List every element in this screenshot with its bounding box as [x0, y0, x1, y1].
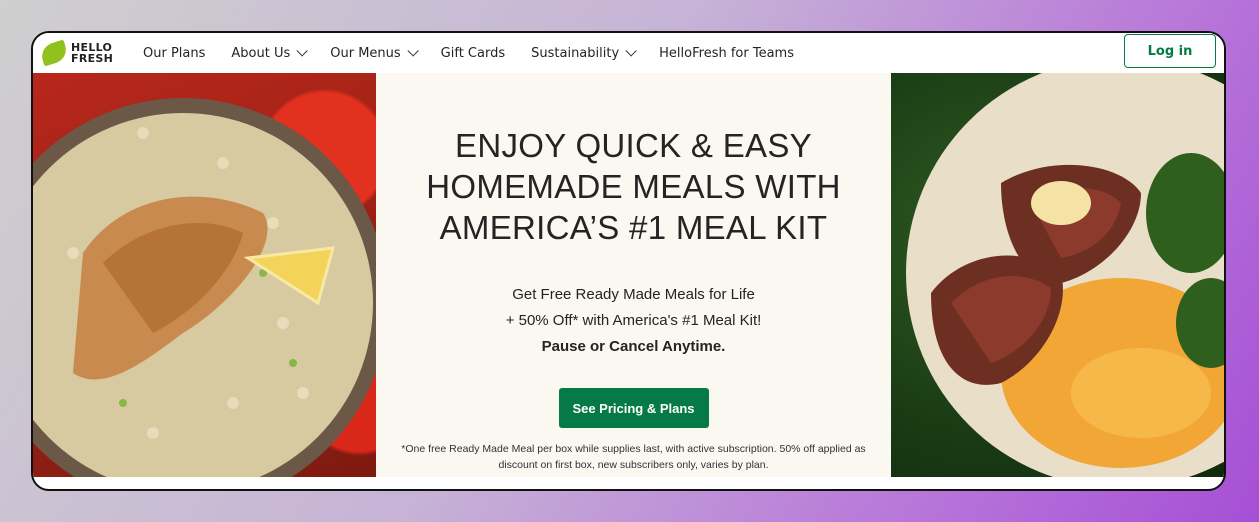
chevron-down-icon	[296, 45, 309, 57]
nav-about-us[interactable]: About Us	[231, 45, 309, 61]
steak-mash-image	[891, 73, 1224, 477]
steak-mash-illustration	[906, 73, 1224, 477]
chevron-down-icon	[625, 45, 637, 57]
logo-line-2: FRESH	[71, 52, 114, 65]
pause-cancel-text: Pause or Cancel Anytime.	[541, 338, 726, 355]
nav-our-plans[interactable]: Our Plans	[143, 46, 205, 61]
hero-subtext: Get Free Ready Made Meals for Life + 50%…	[376, 282, 891, 360]
see-pricing-button[interactable]: See Pricing & Plans	[558, 388, 709, 428]
chicken-couscous-image	[33, 73, 376, 477]
hero-section: ENJOY QUICK & EASY HOMEMADE MEALS WITH A…	[33, 73, 1224, 477]
nav-our-menus[interactable]: Our Menus	[330, 45, 419, 61]
nav-hellofresh-for-teams[interactable]: HelloFresh for Teams	[659, 46, 794, 61]
chicken-couscous-illustration	[33, 98, 376, 477]
hero-headline: ENJOY QUICK & EASY HOMEMADE MEALS WITH A…	[426, 127, 841, 246]
browser-frame: HELLO FRESH Our Plans About Us Our Menus…	[31, 31, 1226, 491]
nav-sustainability[interactable]: Sustainability	[531, 45, 637, 61]
chevron-down-icon	[407, 45, 419, 57]
top-nav: HELLO FRESH Our Plans About Us Our Menus…	[33, 33, 1224, 74]
nav-gift-cards[interactable]: Gift Cards	[441, 46, 505, 61]
nav-items: Our Plans About Us Our Menus Gift Cards …	[143, 45, 820, 61]
leaf-icon	[38, 39, 70, 67]
login-button[interactable]: Log in	[1124, 34, 1216, 68]
fine-print: *One free Ready Made Meal per box while …	[401, 443, 866, 471]
hero-content: ENJOY QUICK & EASY HOMEMADE MEALS WITH A…	[376, 73, 891, 477]
hellofresh-logo[interactable]: HELLO FRESH	[38, 39, 141, 67]
